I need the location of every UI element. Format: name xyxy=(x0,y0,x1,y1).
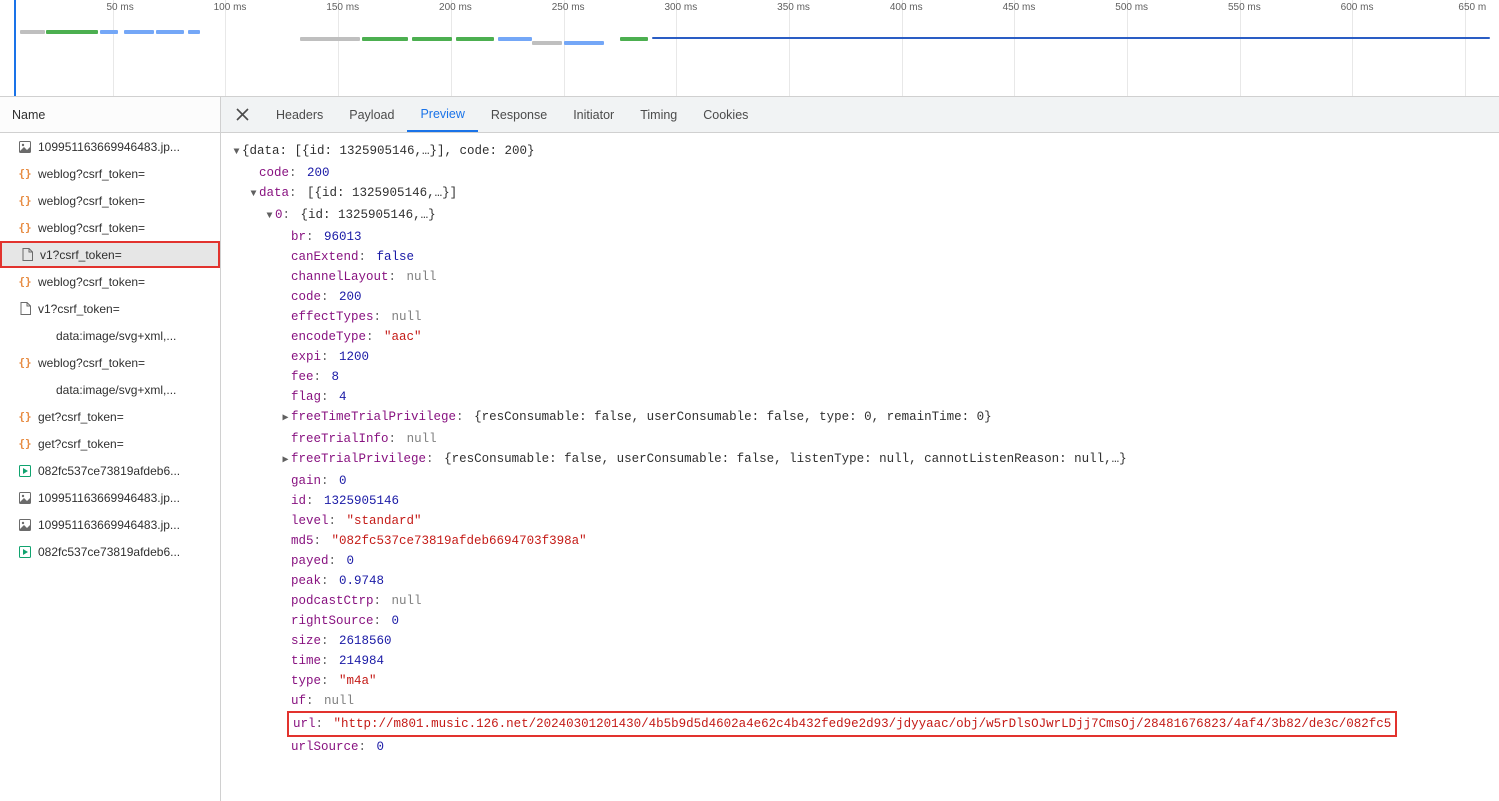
request-label: 082fc537ce73819afdeb6... xyxy=(38,464,180,478)
timeline-tick: 600 ms xyxy=(1352,0,1353,97)
tab-payload[interactable]: Payload xyxy=(336,97,407,132)
request-label: get?csrf_token= xyxy=(38,410,124,424)
timeline-tick: 500 ms xyxy=(1127,0,1128,97)
json-property[interactable]: uf: null xyxy=(231,691,1489,711)
timeline-ruler: 50 ms100 ms150 ms200 ms250 ms300 ms350 m… xyxy=(0,0,1499,20)
request-label: 109951163669946483.jp... xyxy=(38,491,180,505)
json-property[interactable]: time: 214984 xyxy=(231,651,1489,671)
image-icon xyxy=(18,491,32,505)
document-icon xyxy=(18,302,32,316)
request-label: 109951163669946483.jp... xyxy=(38,518,180,532)
timeline-tick: 350 ms xyxy=(789,0,790,97)
timeline-tick: 300 ms xyxy=(676,0,677,97)
json-property[interactable]: channelLayout: null xyxy=(231,267,1489,287)
timeline-tick: 450 ms xyxy=(1014,0,1015,97)
json-property[interactable]: payed: 0 xyxy=(231,551,1489,571)
preview-content[interactable]: ▼{data: [{id: 1325905146,…}], code: 200}… xyxy=(221,133,1499,801)
json-property[interactable]: effectTypes: null xyxy=(231,307,1489,327)
request-row[interactable]: 109951163669946483.jp... xyxy=(0,484,220,511)
json-property[interactable]: flag: 4 xyxy=(231,387,1489,407)
request-label: get?csrf_token= xyxy=(38,437,124,451)
request-label: weblog?csrf_token= xyxy=(38,356,145,370)
json-icon: {} xyxy=(18,194,32,208)
json-property[interactable]: level: "standard" xyxy=(231,511,1489,531)
json-property[interactable]: encodeType: "aac" xyxy=(231,327,1489,347)
tab-initiator[interactable]: Initiator xyxy=(560,97,627,132)
request-label: data:image/svg+xml,... xyxy=(56,329,176,343)
json-property[interactable]: md5: "082fc537ce73819afdeb6694703f398a" xyxy=(231,531,1489,551)
json-property[interactable]: code: 200 xyxy=(231,287,1489,307)
request-label: weblog?csrf_token= xyxy=(38,221,145,235)
timeline-tick: 150 ms xyxy=(338,0,339,97)
tab-headers[interactable]: Headers xyxy=(263,97,336,132)
request-label: data:image/svg+xml,... xyxy=(56,383,176,397)
request-label: 082fc537ce73819afdeb6... xyxy=(38,545,180,559)
request-row[interactable]: v1?csrf_token= xyxy=(0,295,220,322)
timeline-tick: 550 ms xyxy=(1240,0,1241,97)
request-row[interactable]: {} weblog?csrf_token= xyxy=(0,160,220,187)
close-icon[interactable] xyxy=(229,102,255,128)
timeline-tick: 400 ms xyxy=(902,0,903,97)
timeline-tick: 100 ms xyxy=(225,0,226,97)
network-request-list: Name 109951163669946483.jp... {} weblog?cs… xyxy=(0,97,221,801)
timeline-tick: 650 m xyxy=(1465,0,1466,97)
request-row[interactable]: {} weblog?csrf_token= xyxy=(0,268,220,295)
url-highlight: url: "http://m801.music.126.net/20240301… xyxy=(287,711,1397,737)
request-row[interactable]: data:image/svg+xml,... xyxy=(0,376,220,403)
request-row[interactable]: 109951163669946483.jp... xyxy=(0,511,220,538)
json-property[interactable]: size: 2618560 xyxy=(231,631,1489,651)
document-icon xyxy=(20,248,34,262)
request-label: weblog?csrf_token= xyxy=(38,275,145,289)
request-row[interactable]: {} weblog?csrf_token= xyxy=(0,187,220,214)
json-property[interactable]: peak: 0.9748 xyxy=(231,571,1489,591)
request-row[interactable]: 082fc537ce73819afdeb6... xyxy=(0,538,220,565)
json-property[interactable]: canExtend: false xyxy=(231,247,1489,267)
timeline-tick: 50 ms xyxy=(113,0,114,97)
json-property[interactable]: podcastCtrp: null xyxy=(231,591,1489,611)
request-row[interactable]: 109951163669946483.jp... xyxy=(0,133,220,160)
request-label: weblog?csrf_token= xyxy=(38,167,145,181)
timeline-tick: 200 ms xyxy=(451,0,452,97)
image-icon xyxy=(18,518,32,532)
json-property[interactable]: rightSource: 0 xyxy=(231,611,1489,631)
json-icon: {} xyxy=(18,167,32,181)
request-row[interactable]: data:image/svg+xml,... xyxy=(0,322,220,349)
json-icon: {} xyxy=(18,356,32,370)
json-icon: {} xyxy=(18,410,32,424)
request-label: weblog?csrf_token= xyxy=(38,194,145,208)
blank-icon xyxy=(36,329,50,343)
name-column-header[interactable]: Name xyxy=(0,97,220,133)
json-property[interactable]: type: "m4a" xyxy=(231,671,1489,691)
request-label: v1?csrf_token= xyxy=(38,302,120,316)
media-icon xyxy=(18,464,32,478)
tab-cookies[interactable]: Cookies xyxy=(690,97,761,132)
json-property[interactable]: fee: 8 xyxy=(231,367,1489,387)
request-row[interactable]: {} weblog?csrf_token= xyxy=(0,214,220,241)
detail-tabs: HeadersPayloadPreviewResponseInitiatorTi… xyxy=(221,97,1499,133)
tab-response[interactable]: Response xyxy=(478,97,560,132)
request-row[interactable]: v1?csrf_token= xyxy=(0,241,220,268)
json-property[interactable]: id: 1325905146 xyxy=(231,491,1489,511)
timeline-overview[interactable]: 50 ms 100 ms 150 ms 200 ms 250 ms 300 ms 350 m… xyxy=(0,0,1499,97)
json-icon: {} xyxy=(18,275,32,289)
json-property[interactable]: expi: 1200 xyxy=(231,347,1489,367)
request-row[interactable]: {} get?csrf_token= xyxy=(0,430,220,457)
media-icon xyxy=(18,545,32,559)
blank-icon xyxy=(36,383,50,397)
timeline-tick: 250 ms xyxy=(564,0,565,97)
image-icon xyxy=(18,140,32,154)
request-row[interactable]: 082fc537ce73819afdeb6... xyxy=(0,457,220,484)
request-row[interactable]: {} get?csrf_token= xyxy=(0,403,220,430)
request-detail-panel: HeadersPayloadPreviewResponseInitiatorTi… xyxy=(221,97,1499,801)
request-row[interactable]: {} weblog?csrf_token= xyxy=(0,349,220,376)
json-icon: {} xyxy=(18,221,32,235)
tab-timing[interactable]: Timing xyxy=(627,97,690,132)
json-icon: {} xyxy=(18,437,32,451)
json-property[interactable]: br: 96013 xyxy=(231,227,1489,247)
json-property[interactable]: gain: 0 xyxy=(231,471,1489,491)
request-label: 109951163669946483.jp... xyxy=(38,140,180,154)
request-label: v1?csrf_token= xyxy=(40,248,122,262)
tab-preview[interactable]: Preview xyxy=(407,97,477,132)
